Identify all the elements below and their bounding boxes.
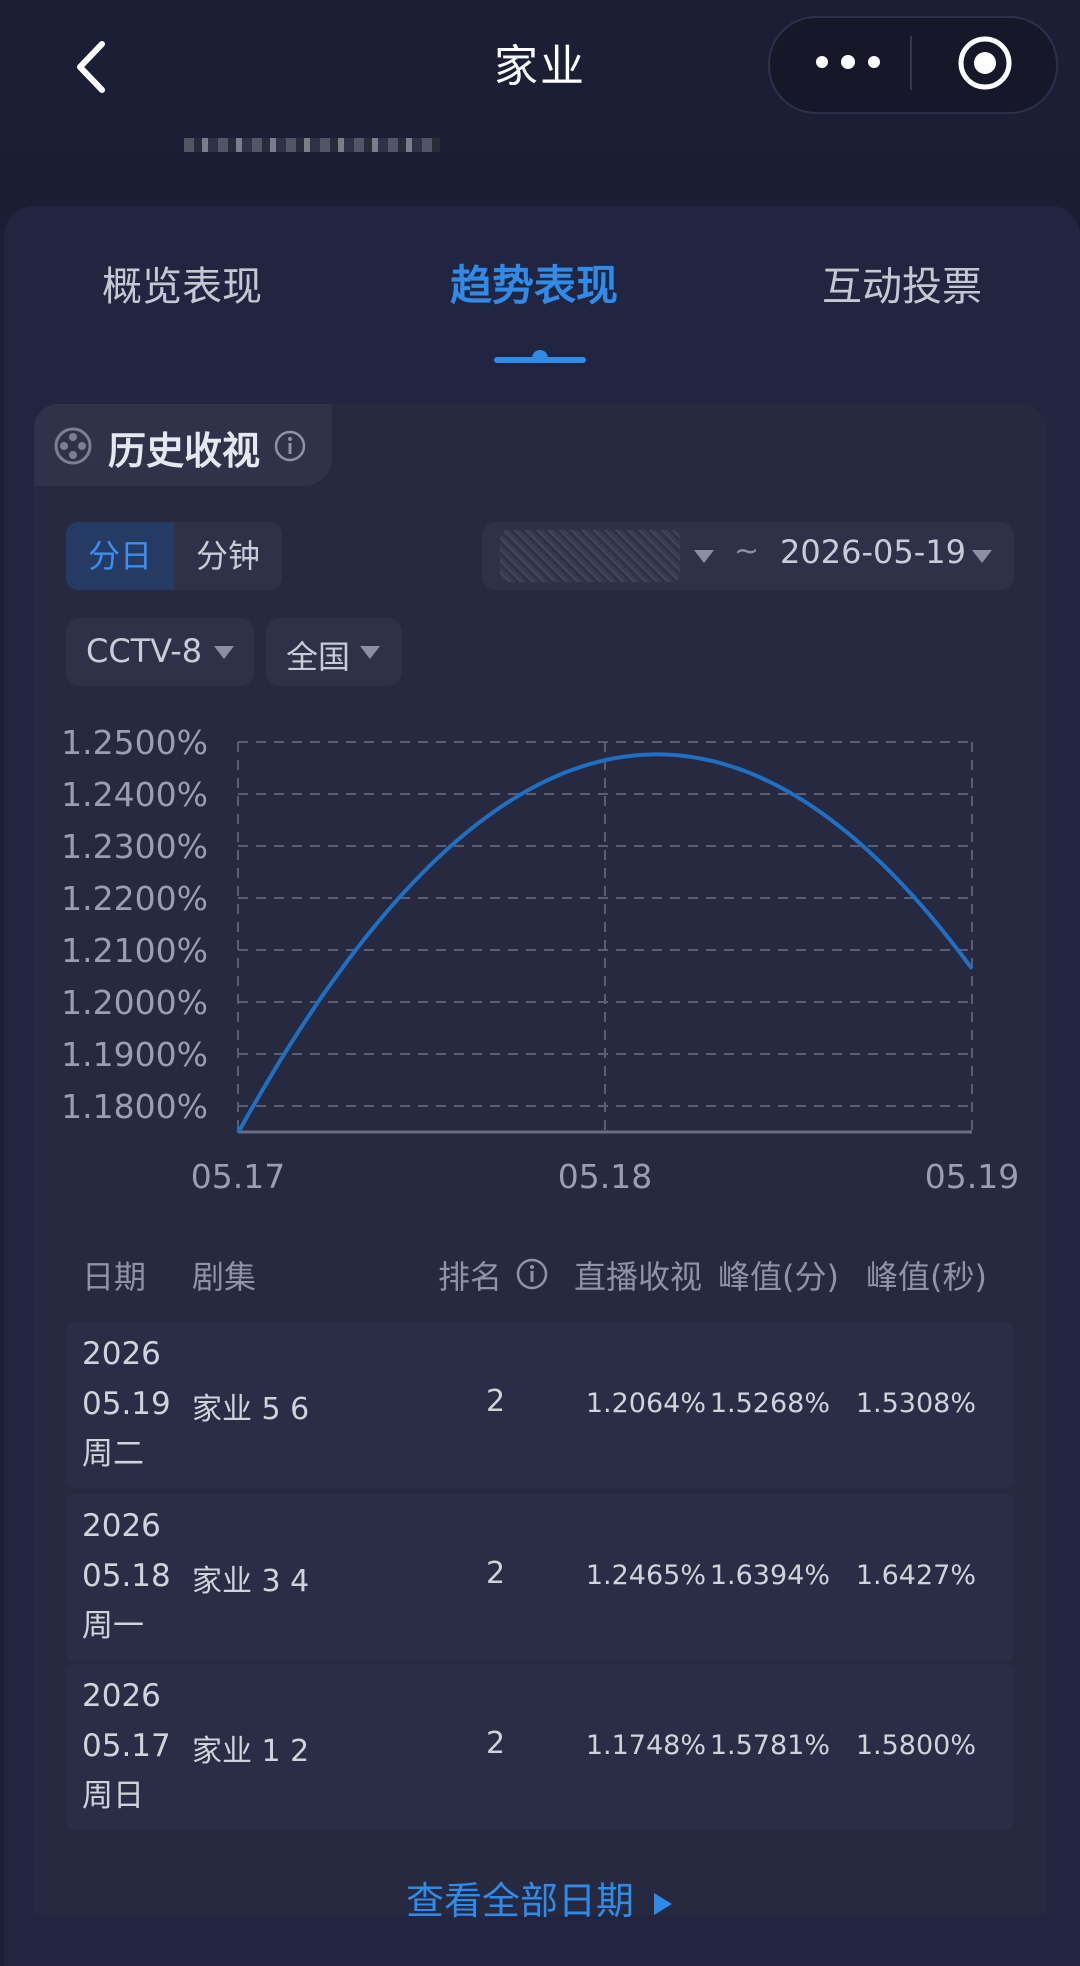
start-date-blurred[interactable] (500, 530, 680, 582)
section-title: 历史收视 (108, 429, 261, 473)
row-date: 05.17 (82, 1728, 171, 1764)
info-icon[interactable] (516, 1258, 548, 1290)
banner-image-strip (184, 138, 440, 152)
y-tick-label: 1.2400% (61, 775, 208, 814)
row-peak-min: 1.6394% (709, 1560, 830, 1591)
row-peak-min: 1.5781% (709, 1730, 830, 1761)
row-peak-sec: 1.5308% (855, 1388, 976, 1419)
row-weekday: 周日 (82, 1778, 144, 1814)
row-weekday: 周二 (82, 1436, 144, 1472)
granularity-minute-button[interactable]: 分钟 (174, 522, 282, 590)
row-year: 2026 (82, 1508, 161, 1544)
col-date: 日期 (82, 1258, 147, 1296)
region-label: 全国 (286, 638, 351, 676)
row-year: 2026 (82, 1678, 161, 1714)
row-peak-sec: 1.6427% (855, 1560, 976, 1591)
col-rank: 排名 (438, 1258, 503, 1296)
chevron-down-icon (214, 646, 234, 659)
x-tick-label: 05.17 (191, 1157, 285, 1196)
granularity-day-button[interactable]: 分日 (66, 522, 174, 590)
row-live: 1.1748% (585, 1730, 706, 1761)
row-rank: 2 (486, 1726, 506, 1761)
row-live: 1.2465% (585, 1560, 706, 1591)
row-episode: 家业 1 2 (192, 1734, 310, 1769)
y-tick-label: 1.1800% (61, 1087, 208, 1126)
row-live: 1.2064% (585, 1388, 706, 1419)
y-tick-label: 1.2000% (61, 983, 208, 1022)
view-all-dates-link[interactable]: 查看全部日期 (0, 1870, 1080, 1925)
date-separator: ~ (734, 534, 760, 569)
start-date-dropdown-icon[interactable] (694, 550, 714, 563)
y-tick-label: 1.2500% (61, 723, 208, 762)
end-date-dropdown-icon[interactable] (972, 550, 992, 563)
col-peak-sec: 峰值(秒) (866, 1258, 987, 1296)
y-tick-label: 1.2100% (61, 931, 208, 970)
chevron-down-icon (360, 646, 380, 659)
y-tick-label: 1.2200% (61, 879, 208, 918)
y-tick-label: 1.2300% (61, 827, 208, 866)
row-year: 2026 (82, 1336, 161, 1372)
play-arrow-icon (654, 1892, 673, 1915)
end-date[interactable]: 2026-05-19 (780, 533, 966, 571)
row-peak-min: 1.5268% (709, 1388, 830, 1419)
row-episode: 家业 3 4 (192, 1564, 310, 1599)
row-episode: 家业 5 6 (192, 1392, 310, 1427)
capsule-divider (910, 36, 912, 90)
more-dots-icon[interactable] (808, 40, 888, 84)
tab-trend[interactable]: 趋势表现 (450, 252, 618, 313)
film-reel-icon (54, 427, 92, 465)
view-all-label: 查看全部日期 (405, 1879, 634, 1923)
region-dropdown[interactable]: 全国 (266, 618, 402, 686)
row-weekday: 周一 (82, 1608, 144, 1644)
channel-label: CCTV-8 (86, 632, 203, 670)
info-icon[interactable] (274, 430, 306, 462)
row-peak-sec: 1.5800% (855, 1730, 976, 1761)
row-rank: 2 (486, 1384, 506, 1419)
col-peak-min: 峰值(分) (718, 1258, 839, 1296)
col-live: 直播收视 (574, 1258, 703, 1296)
row-date: 05.18 (82, 1558, 171, 1594)
y-tick-label: 1.1900% (61, 1035, 208, 1074)
row-rank: 2 (486, 1556, 506, 1591)
x-tick-label: 05.19 (925, 1157, 1019, 1196)
row-date: 05.19 (82, 1386, 171, 1422)
ratings-line-chart: 1.2500% 1.2400% 1.2300% 1.2200% 1.2100% 1.200… (61, 723, 1019, 1196)
x-tick-label: 05.18 (558, 1157, 652, 1196)
col-episode: 剧集 (192, 1258, 257, 1296)
tab-overview[interactable]: 概览表现 (102, 254, 262, 312)
channel-dropdown[interactable]: CCTV-8 (66, 618, 254, 686)
target-circle-icon[interactable] (954, 32, 1016, 94)
tab-vote[interactable]: 互动投票 (822, 254, 982, 312)
